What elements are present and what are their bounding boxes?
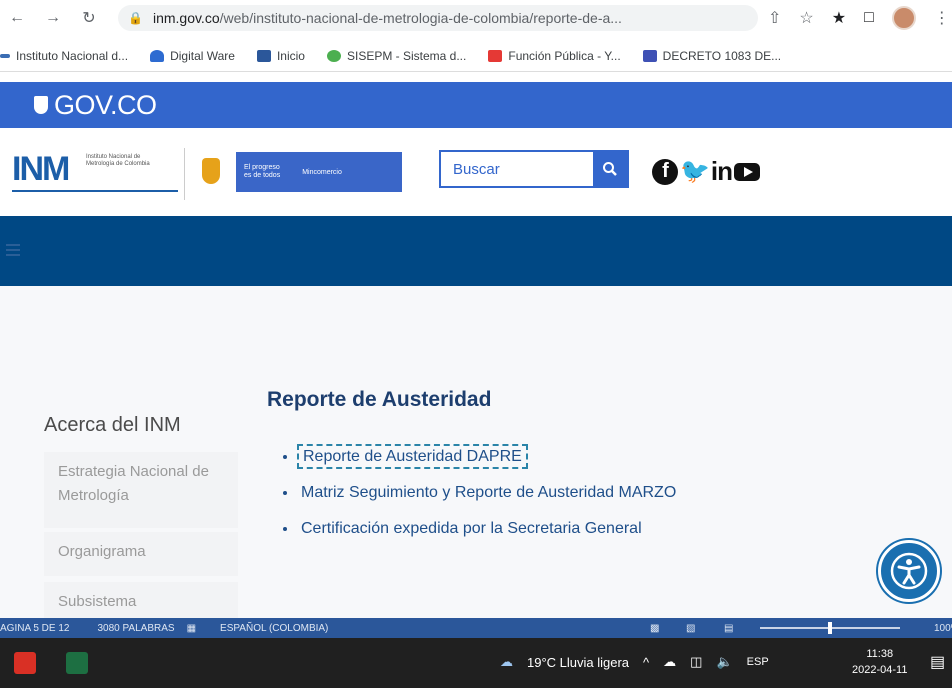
extensions-icon[interactable]: ★ [832, 8, 846, 28]
inm-logo[interactable]: INM [12, 152, 70, 186]
sidebar-title: Acerca del INM [44, 414, 181, 436]
weather-text[interactable]: 19°C Lluvia ligera [527, 655, 629, 670]
coat-of-arms-icon [202, 158, 220, 184]
notifications-icon[interactable]: ▤ [930, 652, 945, 672]
link-matriz-seguimiento[interactable]: Matriz Seguimiento y Reporte de Austerid… [283, 484, 676, 502]
reload-icon[interactable]: ↻ [78, 8, 100, 28]
avatar[interactable] [891, 6, 916, 30]
page-count: AGINA 5 DE 12 [0, 622, 70, 634]
proofing-icon[interactable]: ▦ [187, 623, 196, 634]
search-input[interactable] [441, 153, 593, 185]
sidebar-item-estrategia[interactable]: Estrategia Nacional de Metrología [44, 452, 238, 528]
zoom-slider-knob[interactable] [828, 622, 832, 634]
share-icon[interactable]: ⇧ [768, 8, 781, 28]
gov-bar: GOV.CO [0, 82, 952, 128]
back-icon[interactable]: ← [6, 9, 28, 27]
search-box [439, 150, 629, 188]
progreso-banner: El progreso es de todos Mincomercio [236, 152, 402, 192]
main-content: Acerca del INM Estrategia Nacional de Me… [0, 286, 952, 618]
sidebar-item-subsistema[interactable]: Subsistema [44, 582, 238, 618]
mincomercio-label: Mincomercio [302, 168, 342, 176]
page-title: Reporte de Austeridad [267, 388, 492, 411]
bookmark-item[interactable]: Función Pública - Y... [488, 49, 621, 63]
clock-time: 11:38 [866, 648, 894, 660]
tab-icon[interactable]: □ [864, 9, 874, 27]
url-domain: inm.gov.co [152, 10, 220, 26]
clock[interactable]: 11:38 2022-04-11 [852, 646, 907, 678]
bookmark-icon [256, 49, 271, 62]
link-reporte-dapre[interactable]: Reporte de Austeridad DAPRE [283, 444, 528, 469]
sidebar-item-organigrama[interactable]: Organigrama [44, 532, 238, 576]
read-mode-icon[interactable]: ▩ [650, 623, 659, 634]
bullet [283, 454, 287, 459]
search-button[interactable] [593, 151, 627, 187]
bookmark-icon [488, 49, 503, 62]
linkedin-icon[interactable]: in [711, 156, 733, 187]
youtube-icon[interactable] [734, 162, 760, 181]
bookmark-icon [0, 53, 10, 58]
social-links: f 🐦 in [652, 156, 760, 187]
bullet [283, 526, 287, 531]
bookmarks-bar: Instituto Nacional d... Digital Ware Ini… [0, 40, 952, 72]
clock-date: 2022-04-11 [852, 664, 908, 676]
acrobat-icon[interactable] [14, 652, 36, 674]
nav-band [0, 216, 952, 286]
input-language[interactable]: ESP [747, 656, 769, 668]
bookmark-item[interactable]: Inicio [256, 49, 305, 63]
prog-line2: es de todos [244, 172, 281, 179]
bookmark-item[interactable]: Digital Ware [150, 49, 235, 63]
sidebar: Acerca del INM Estrategia Nacional de Me… [20, 386, 238, 618]
zoom-level[interactable]: 100% [934, 623, 952, 634]
bookmark-icon [642, 49, 657, 62]
site-header: INM Instituto Nacional de Metrología de … [0, 128, 952, 216]
star-icon[interactable]: ☆ [799, 8, 813, 28]
bookmark-item[interactable]: Instituto Nacional d... [0, 49, 128, 63]
link-certificacion[interactable]: Certificación expedida por la Secretaria… [283, 520, 642, 538]
header-divider [184, 148, 185, 200]
chevron-up-icon[interactable]: ^ [643, 655, 649, 670]
print-layout-icon[interactable]: ▧ [686, 623, 695, 634]
bookmark-item[interactable]: DECRETO 1083 DE... [642, 49, 781, 63]
menu-icon[interactable]: ⋮ [934, 8, 950, 28]
hamburger-menu-icon[interactable] [6, 244, 20, 256]
web-layout-icon[interactable]: ▤ [724, 623, 733, 634]
lock-icon: 🔒 [128, 11, 143, 25]
bookmark-icon [150, 49, 165, 62]
bookmark-icon [326, 49, 341, 62]
inm-logo-underline [12, 190, 178, 192]
network-icon[interactable]: ◫ [690, 654, 702, 670]
language-label[interactable]: ESPAÑOL (COLOMBIA) [220, 623, 328, 634]
prog-line1: El progreso [244, 164, 280, 171]
inm-logo-tagline: Instituto Nacional de Metrología de Colo… [86, 154, 150, 167]
address-bar[interactable]: 🔒 inm.gov.co/web/instituto-nacional-de-m… [118, 5, 758, 31]
weather-icon: ☁ [500, 654, 513, 669]
bookmark-item[interactable]: SISEPM - Sistema d... [326, 49, 466, 63]
search-icon [603, 162, 617, 176]
bullet [283, 490, 287, 495]
accessibility-icon [890, 552, 928, 590]
word-status-bar: AGINA 5 DE 12 3080 PALABRAS ▦ ESPAÑOL (C… [0, 618, 952, 638]
facebook-icon[interactable]: f [652, 158, 678, 185]
forward-icon[interactable]: → [42, 9, 64, 27]
twitter-icon[interactable]: 🐦 [680, 157, 710, 186]
word-count: 3080 PALABRAS [97, 622, 175, 634]
system-tray: ☁ 19°C Lluvia ligera ^ ☁ ◫ 🔈 ESP [500, 654, 769, 670]
taskbar: ☁ 19°C Lluvia ligera ^ ☁ ◫ 🔈 ESP 11:38 2… [0, 638, 952, 688]
volume-icon[interactable]: 🔈 [716, 654, 732, 670]
accessibility-button[interactable] [878, 540, 940, 602]
browser-toolbar: ← → ↻ 🔒 inm.gov.co/web/instituto-naciona… [0, 0, 952, 36]
cloud-icon[interactable]: ☁ [663, 654, 676, 670]
url-path: /web/instituto-nacional-de-metrologia-de… [219, 10, 622, 26]
excel-icon[interactable] [66, 652, 88, 674]
gov-logo-text[interactable]: GOV.CO [54, 90, 157, 121]
gov-shield-icon [34, 96, 48, 114]
